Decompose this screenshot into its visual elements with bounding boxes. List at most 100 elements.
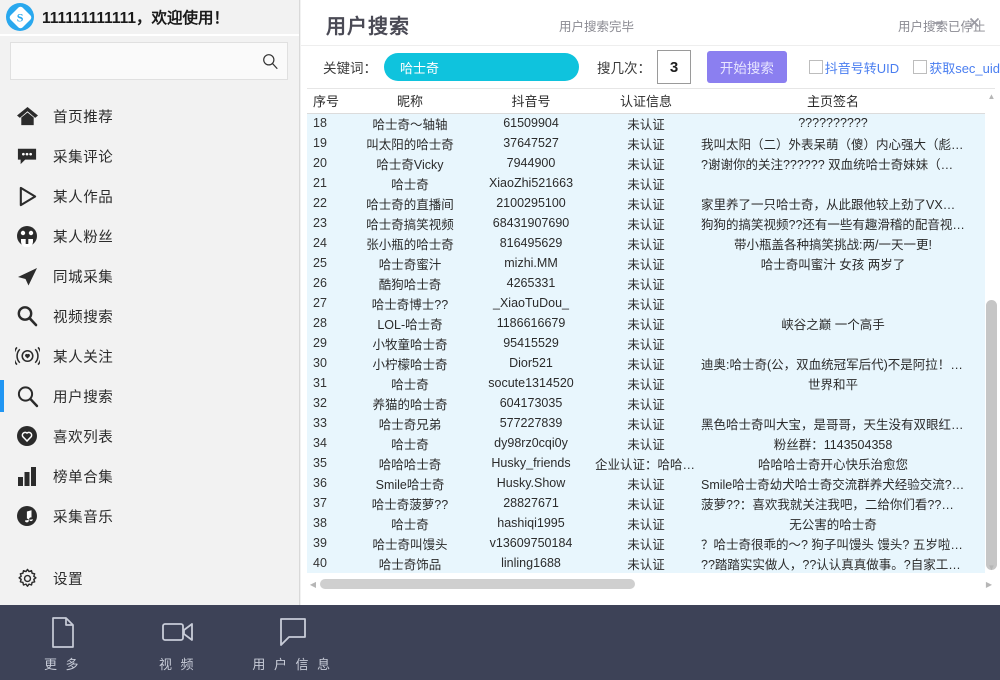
table-row[interactable]: 21哈士奇XiaoZhi521663未认证3	[307, 173, 995, 193]
table-row[interactable]: 26酷狗哈士奇4265331未认证1	[307, 273, 995, 293]
cell-signature	[699, 273, 967, 293]
checkbox-get-sec-uid[interactable]: 获取sec_uid	[913, 58, 1000, 77]
page-title: 用户搜索	[326, 10, 410, 39]
cell-auth-info: 未认证	[593, 293, 699, 313]
vertical-scrollbar[interactable]: ▲ ▼	[985, 90, 998, 574]
bottom-item-label: 用 户 信 息	[252, 654, 332, 673]
column-header-index[interactable]: 序号	[307, 89, 351, 113]
sidebar-label: 同城采集	[53, 266, 113, 287]
cell-douyin-id: XiaoZhi521663	[469, 173, 593, 193]
cell-signature: 哈士奇叫蜜汁 女孩 两岁了	[699, 253, 967, 273]
sidebar-label: 某人作品	[53, 186, 113, 207]
search-count-label: 搜几次：	[597, 57, 651, 77]
table-row[interactable]: 30小柠檬哈士奇Dior521未认证迪奥:哈士奇(公，双血统冠军后代)不是阿拉！…	[307, 353, 995, 373]
checkbox-box[interactable]	[809, 60, 823, 74]
search-input[interactable]	[11, 54, 253, 69]
sidebar-item-ranking-collection[interactable]: 榜单合集	[0, 456, 300, 496]
cell-auth-info: 企业认证：哈哈哈士...	[593, 453, 699, 473]
close-button[interactable]	[960, 8, 988, 36]
column-header-nickname[interactable]: 昵称	[351, 89, 469, 113]
cell-nickname: 哈士奇	[351, 173, 469, 193]
table-row[interactable]: 27哈士奇博士??_XiaoTuDou_未认证2	[307, 293, 995, 313]
column-header-douyin-id[interactable]: 抖音号	[469, 89, 593, 113]
cell-index: 26	[307, 273, 351, 293]
table-row[interactable]: 31哈士奇socute1314520未认证世界和平	[307, 373, 995, 393]
sidebar-item-favorites-list[interactable]: 喜欢列表	[0, 416, 300, 456]
cell-douyin-id: 68431907690	[469, 213, 593, 233]
cell-nickname: 哈士奇Vicky	[351, 153, 469, 173]
scroll-down-arrow[interactable]: ▼	[985, 561, 998, 574]
checkbox-label: 抖音号转UID	[825, 58, 899, 77]
bottom-item-video[interactable]: 视 频	[145, 616, 210, 673]
vertical-scroll-thumb[interactable]	[986, 300, 997, 570]
column-header-auth-info[interactable]: 认证信息	[593, 89, 699, 113]
horizontal-scrollbar[interactable]: ◀ ▶	[307, 577, 995, 591]
scroll-up-arrow[interactable]: ▲	[985, 90, 998, 103]
cell-nickname: 哈士奇～轴轴	[351, 113, 469, 133]
cell-signature: 峡谷之巅 一个高手	[699, 313, 967, 333]
sidebar-item-home-recommend[interactable]: 首页推荐	[0, 96, 300, 136]
table-row[interactable]: 19叫太阳的哈士奇37647527未认证我叫太阳（二）外表呆萌（傻）内心强大（彪…	[307, 133, 995, 153]
table-row[interactable]: 38哈士奇hashiqi1995未认证无公害的哈士奇1	[307, 513, 995, 533]
sidebar-search-box[interactable]	[10, 42, 288, 80]
column-header-signature[interactable]: 主页签名	[699, 89, 967, 113]
cell-douyin-id: mizhi.MM	[469, 253, 593, 273]
sidebar-label: 采集评论	[53, 146, 113, 167]
scroll-right-arrow[interactable]: ▶	[983, 577, 995, 591]
cell-douyin-id: dy98rz0cqi0y	[469, 433, 593, 453]
keyword-input[interactable]	[384, 53, 579, 81]
sidebar-item-collect-comments[interactable]: 采集评论	[0, 136, 300, 176]
table-row[interactable]: 39哈士奇叫馒头v13609750184未认证？哈士奇很乖的～? 狗子叫馒头 馒…	[307, 533, 995, 553]
cell-index: 35	[307, 453, 351, 473]
start-search-button[interactable]: 开始搜索	[707, 51, 787, 83]
table-row[interactable]: 34哈士奇dy98rz0cqi0y未认证粉丝群：11435043581	[307, 433, 995, 453]
cell-nickname: 哈士奇的直播间	[351, 193, 469, 213]
search-count-input[interactable]	[657, 50, 691, 84]
cell-index: 27	[307, 293, 351, 313]
cell-auth-info: 未认证	[593, 353, 699, 373]
table-row[interactable]: 23哈士奇搞笑视频68431907690未认证狗狗的搞笑视频??还有一些有趣滑稽…	[307, 213, 995, 233]
table-row[interactable]: 18哈士奇～轴轴61509904未认证??????????1	[307, 113, 995, 133]
table-row[interactable]: 28LOL-哈士奇1186616679未认证峡谷之巅 一个高手8	[307, 313, 995, 333]
table-header: 序号 昵称 抖音号 认证信息 主页签名 人	[307, 89, 995, 113]
table-row[interactable]: 24张小瓶的哈士奇816495629未认证带小瓶盖各种搞笑挑战:两/一天一更!3	[307, 233, 995, 253]
checkbox-label: 获取sec_uid	[929, 58, 1000, 77]
sidebar-item-user-works[interactable]: 某人作品	[0, 176, 300, 216]
scroll-left-arrow[interactable]: ◀	[307, 577, 319, 591]
cell-signature: Smile哈士奇幼犬哈士奇交流群养犬经验交流??：1342525...	[699, 473, 967, 493]
cell-douyin-id: linling1688	[469, 553, 593, 573]
cell-douyin-id: 2100295100	[469, 193, 593, 213]
bottom-item-more[interactable]: 更 多	[30, 616, 95, 673]
table-row[interactable]: 33哈士奇兄弟577227839未认证黑色哈士奇叫大宝，是哥哥，天生没有双眼红色…	[307, 413, 995, 433]
table-row[interactable]: 37哈士奇菠萝??28827671未认证菠萝??：喜欢我就关注我吧，二给你们看?…	[307, 493, 995, 513]
table-row[interactable]: 20哈士奇Vicky7944900未认证?谢谢你的关注?????? 双血统哈士奇…	[307, 153, 995, 173]
document-icon	[50, 616, 76, 648]
checkbox-douyin-to-uid[interactable]: 抖音号转UID	[809, 58, 899, 77]
sidebar-item-user-search[interactable]: 用户搜索	[0, 376, 300, 416]
cell-auth-info: 未认证	[593, 413, 699, 433]
sidebar-item-video-search[interactable]: 视频搜索	[0, 296, 300, 336]
table-row[interactable]: 22哈士奇的直播间2100295100未认证家里养了一只哈士奇，从此跟他较上劲了…	[307, 193, 995, 213]
cell-nickname: 酷狗哈士奇	[351, 273, 469, 293]
table-row[interactable]: 29小牧童哈士奇95415529未认证1	[307, 333, 995, 353]
table-row[interactable]: 32养猫的哈士奇604173035未认证1	[307, 393, 995, 413]
table-row[interactable]: 25哈士奇蜜汁mizhi.MM未认证哈士奇叫蜜汁 女孩 两岁了1	[307, 253, 995, 273]
sidebar-item-user-fans[interactable]: 某人粉丝	[0, 216, 300, 256]
sidebar-item-user-following[interactable]: 某人关注	[0, 336, 300, 376]
sidebar-item-city-collect[interactable]: 同城采集	[0, 256, 300, 296]
cell-auth-info: 未认证	[593, 193, 699, 213]
cell-douyin-id: 577227839	[469, 413, 593, 433]
search-icon	[10, 301, 44, 331]
checkbox-box[interactable]	[913, 60, 927, 74]
horizontal-scroll-thumb[interactable]	[320, 579, 635, 589]
minimize-button[interactable]	[924, 8, 952, 36]
table-row[interactable]: 40哈士奇饰品linling1688未认证??踏踏实实做人，??认认真真做事。?…	[307, 553, 995, 573]
cell-nickname: Smile哈士奇	[351, 473, 469, 493]
video-camera-icon	[162, 616, 194, 648]
sidebar-item-settings[interactable]: 设置	[0, 558, 300, 598]
table-row[interactable]: 36Smile哈士奇Husky.Show未认证Smile哈士奇幼犬哈士奇交流群养…	[307, 473, 995, 493]
search-icon[interactable]	[253, 43, 287, 79]
sidebar-item-collect-music[interactable]: 采集音乐	[0, 496, 300, 536]
bottom-item-user-info[interactable]: 用 户 信 息	[260, 616, 325, 673]
table-row[interactable]: 35哈哈哈士奇Husky_friends企业认证：哈哈哈士...哈哈哈士奇开心快…	[307, 453, 995, 473]
